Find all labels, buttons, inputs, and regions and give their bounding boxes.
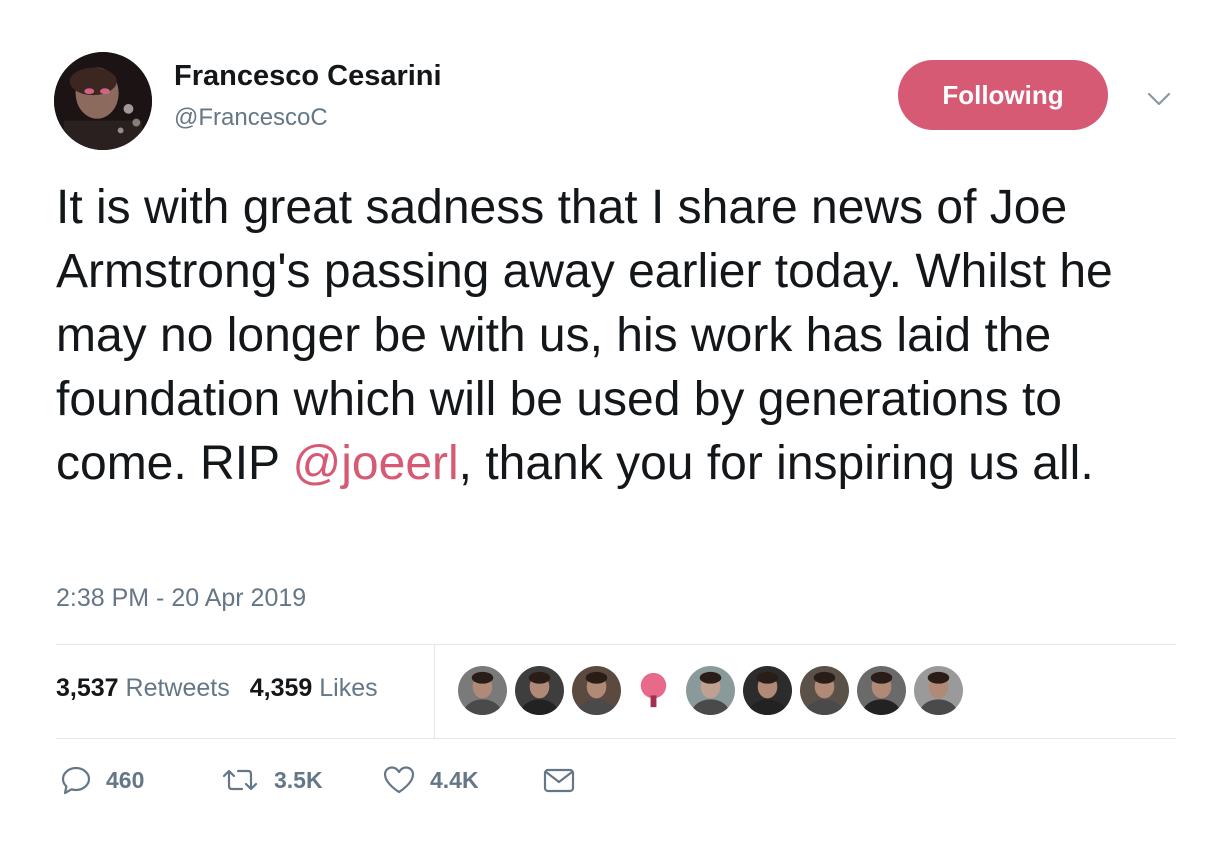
divider (56, 738, 1176, 739)
chevron-down-icon[interactable] (1144, 84, 1174, 114)
tweet-stats: 3,537 Retweets 4,359 Likes (56, 674, 378, 703)
like-button[interactable]: 4.4K (382, 764, 542, 796)
retweet-count: 3.5K (274, 766, 323, 793)
retweet-button[interactable]: 3.5K (220, 764, 382, 796)
user-photo-icon (458, 666, 507, 715)
mention-link[interactable]: @joeerl (293, 437, 459, 490)
liker-avatar-3[interactable] (572, 666, 621, 715)
envelope-icon (543, 768, 575, 793)
liker-avatar-7[interactable] (800, 666, 849, 715)
likes-count: 4,359 (249, 674, 313, 702)
action-bar: 460 3.5K 4.4K (60, 764, 576, 796)
heart-icon (383, 766, 415, 794)
tweet-card: Francesco Cesarini @FrancescoC Following… (0, 0, 1232, 848)
author-avatar[interactable] (54, 52, 152, 150)
reply-icon (61, 766, 91, 795)
user-photo-icon (572, 666, 621, 715)
reply-count: 460 (106, 766, 145, 793)
liker-avatar-8[interactable] (857, 666, 906, 715)
user-photo-icon (743, 666, 792, 715)
likes-label: Likes (319, 674, 378, 702)
user-photo-icon (54, 52, 152, 150)
stats-divider (434, 644, 435, 738)
liker-avatar-1[interactable] (458, 666, 507, 715)
retweets-count: 3,537 (56, 674, 119, 702)
liker-avatar-9[interactable] (914, 666, 963, 715)
retweet-icon (222, 769, 258, 791)
tweet-timestamp[interactable]: 2:38 PM - 20 Apr 2019 (56, 584, 306, 613)
liker-avatar-4[interactable] (629, 666, 678, 715)
author-display-name[interactable]: Francesco Cesarini (174, 60, 442, 93)
reply-button[interactable]: 460 (60, 764, 220, 796)
liker-avatar-6[interactable] (743, 666, 792, 715)
like-count: 4.4K (430, 766, 479, 793)
likes-stat[interactable]: 4,359 Likes (250, 674, 378, 703)
author-handle[interactable]: @FrancescoC (174, 104, 328, 132)
liker-avatars (458, 666, 963, 715)
user-photo-icon (914, 666, 963, 715)
direct-message-button[interactable] (542, 764, 576, 796)
user-photo-icon (629, 666, 678, 715)
user-photo-icon (686, 666, 735, 715)
following-button[interactable]: Following (898, 60, 1108, 130)
liker-avatar-2[interactable] (515, 666, 564, 715)
tweet-text: It is with great sadness that I share ne… (56, 176, 1186, 496)
divider (56, 644, 1176, 645)
liker-avatar-5[interactable] (686, 666, 735, 715)
tweet-text-after: , thank you for inspiring us all. (458, 437, 1094, 490)
retweets-label: Retweets (125, 674, 230, 702)
user-photo-icon (857, 666, 906, 715)
retweets-stat[interactable]: 3,537 Retweets (56, 674, 230, 703)
user-photo-icon (800, 666, 849, 715)
user-photo-icon (515, 666, 564, 715)
